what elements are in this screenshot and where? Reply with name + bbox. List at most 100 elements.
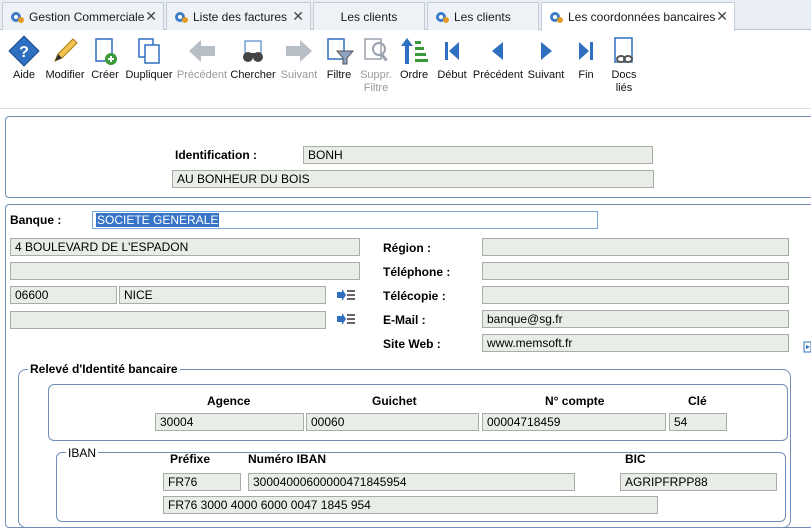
banque-input[interactable]: SOCIETE GENERALE [92, 211, 598, 229]
debut-button[interactable]: Début [434, 35, 470, 82]
banque-label: Banque : [10, 213, 62, 227]
agence-label: Agence [207, 394, 251, 408]
telecopie-field[interactable] [482, 286, 789, 304]
city-field[interactable]: NICE [119, 286, 326, 304]
region-field[interactable] [482, 238, 789, 256]
svg-text:?: ? [19, 44, 29, 61]
sort-icon [401, 38, 428, 64]
dupliquer-button[interactable]: Dupliquer [124, 35, 174, 82]
creer-label: Créer [91, 69, 119, 81]
agence-field[interactable]: 30004 [155, 413, 304, 431]
aide-button[interactable]: ? Aide [6, 35, 42, 82]
precedent-button[interactable]: Précédent [472, 35, 524, 82]
tab-coordonnees-bancaires[interactable]: Les coordonnées bancaires ✕ [541, 2, 735, 31]
aide-label: Aide [12, 69, 36, 81]
tab-liste-des-factures[interactable]: Liste des factures ✕ [166, 2, 311, 30]
identification-code-field[interactable]: BONH [303, 146, 653, 164]
identification-name-field[interactable]: AU BONHEUR DU BOIS [172, 170, 654, 188]
docs-label-1: Docs [611, 69, 637, 81]
docs-label-2: liés [615, 82, 633, 94]
numero-iban-field[interactable]: 30004000600000471845954 [248, 473, 575, 491]
close-icon[interactable]: ✕ [145, 9, 157, 23]
precedent-label: Précédent [472, 69, 524, 81]
docs-lies-button[interactable]: Docs liés [606, 35, 642, 95]
tab-les-clients-1[interactable]: Les clients [313, 2, 425, 30]
modifier-label: Modifier [45, 69, 85, 81]
new-document-icon [95, 38, 117, 65]
last-record-icon [579, 42, 593, 60]
cle-label: Clé [688, 394, 707, 408]
first-record-icon [445, 42, 459, 60]
pencil-icon [54, 38, 78, 62]
email-label: E-Mail : [383, 313, 426, 327]
prefixe-label: Préfixe [170, 452, 211, 466]
tab-bar: Gestion Commerciale ✕ Liste des factures… [0, 0, 811, 31]
debut-label: Début [437, 69, 467, 81]
arrow-right-icon [286, 40, 312, 62]
remove-filter-icon [364, 38, 388, 62]
guichet-label: Guichet [372, 394, 417, 408]
suivant-label: Suivant [280, 69, 318, 81]
filter-icon [327, 38, 355, 65]
toolbar: ? Aide Modifier Créer Dupliquer Précéden… [0, 31, 811, 103]
ordre-button[interactable]: Ordre [396, 35, 432, 82]
numero-iban-label: Numéro IBAN [248, 452, 327, 466]
country-field[interactable] [10, 311, 326, 329]
country-lookup-icon[interactable] [336, 312, 356, 326]
close-icon[interactable]: ✕ [716, 9, 728, 23]
tab-label: Gestion Commerciale [29, 9, 145, 24]
linked-documents-icon [614, 37, 633, 63]
close-icon[interactable]: ✕ [292, 9, 304, 23]
suivant-button[interactable]: Suivant [526, 35, 566, 82]
telephone-field[interactable] [482, 262, 789, 280]
address-line1-field[interactable]: 4 BOULEVARD DE L'ESPADON [10, 238, 360, 256]
suppr-filtre-label-2: Filtre [363, 82, 389, 94]
telecopie-label: Télécopie : [383, 289, 446, 303]
gear-app-icon [175, 11, 188, 23]
site-web-label: Site Web : [383, 337, 441, 351]
chercher-button[interactable]: Chercher [230, 35, 276, 82]
numero-compte-label: N° compte [545, 394, 605, 408]
binoculars-icon [243, 40, 263, 62]
suppr-filtre-label-1: Suppr. [360, 69, 392, 81]
tab-label: Les clients [454, 9, 511, 24]
modifier-button[interactable]: Modifier [44, 35, 86, 82]
bic-field[interactable]: AGRIPFRPP88 [620, 473, 777, 491]
identification-label: Identification : [175, 148, 257, 162]
ordre-label: Ordre [399, 69, 429, 81]
cle-field[interactable]: 54 [669, 413, 727, 431]
telephone-label: Téléphone : [383, 265, 451, 279]
numero-compte-field[interactable]: 00004718459 [482, 413, 666, 431]
fin-button[interactable]: Fin [568, 35, 604, 82]
gear-app-icon [11, 11, 24, 23]
iban-group-title: IBAN [66, 446, 99, 460]
precedent-label: Précédent [176, 69, 228, 81]
tab-gestion-commerciale[interactable]: Gestion Commerciale ✕ [2, 2, 164, 30]
previous-record-icon [492, 42, 503, 60]
iban-formatted-field[interactable]: FR76 3000 4000 6000 0047 1845 954 [163, 496, 658, 514]
duplicate-icon [138, 38, 160, 64]
tab-les-clients-2[interactable]: Les clients [427, 2, 539, 30]
precedent-disabled-button[interactable]: Précédent [176, 35, 228, 82]
filtre-label: Filtre [326, 69, 352, 81]
dupliquer-label: Dupliquer [125, 69, 173, 81]
creer-button[interactable]: Créer [88, 35, 122, 82]
open-link-icon[interactable] [803, 341, 811, 353]
chercher-label: Chercher [230, 69, 276, 81]
guichet-field[interactable]: 00060 [306, 413, 479, 431]
filtre-button[interactable]: Filtre [322, 35, 356, 82]
address-line2-field[interactable] [10, 262, 360, 280]
email-field[interactable]: banque@sg.fr [482, 310, 789, 328]
region-label: Région : [383, 241, 431, 255]
suivant-disabled-button[interactable]: Suivant [278, 35, 320, 82]
tab-label: Liste des factures [193, 9, 288, 24]
city-lookup-icon[interactable] [336, 288, 356, 302]
gear-app-icon [550, 12, 563, 23]
prefixe-field[interactable]: FR76 [163, 473, 241, 491]
postal-code-field[interactable]: 06600 [10, 286, 117, 304]
gear-app-icon [436, 11, 449, 23]
suppr-filtre-button[interactable]: Suppr. Filtre [358, 35, 394, 95]
site-web-field[interactable]: www.memsoft.fr [482, 334, 789, 352]
tab-label: Les coordonnées bancaires [568, 10, 716, 24]
toolbar-separator [0, 108, 811, 109]
